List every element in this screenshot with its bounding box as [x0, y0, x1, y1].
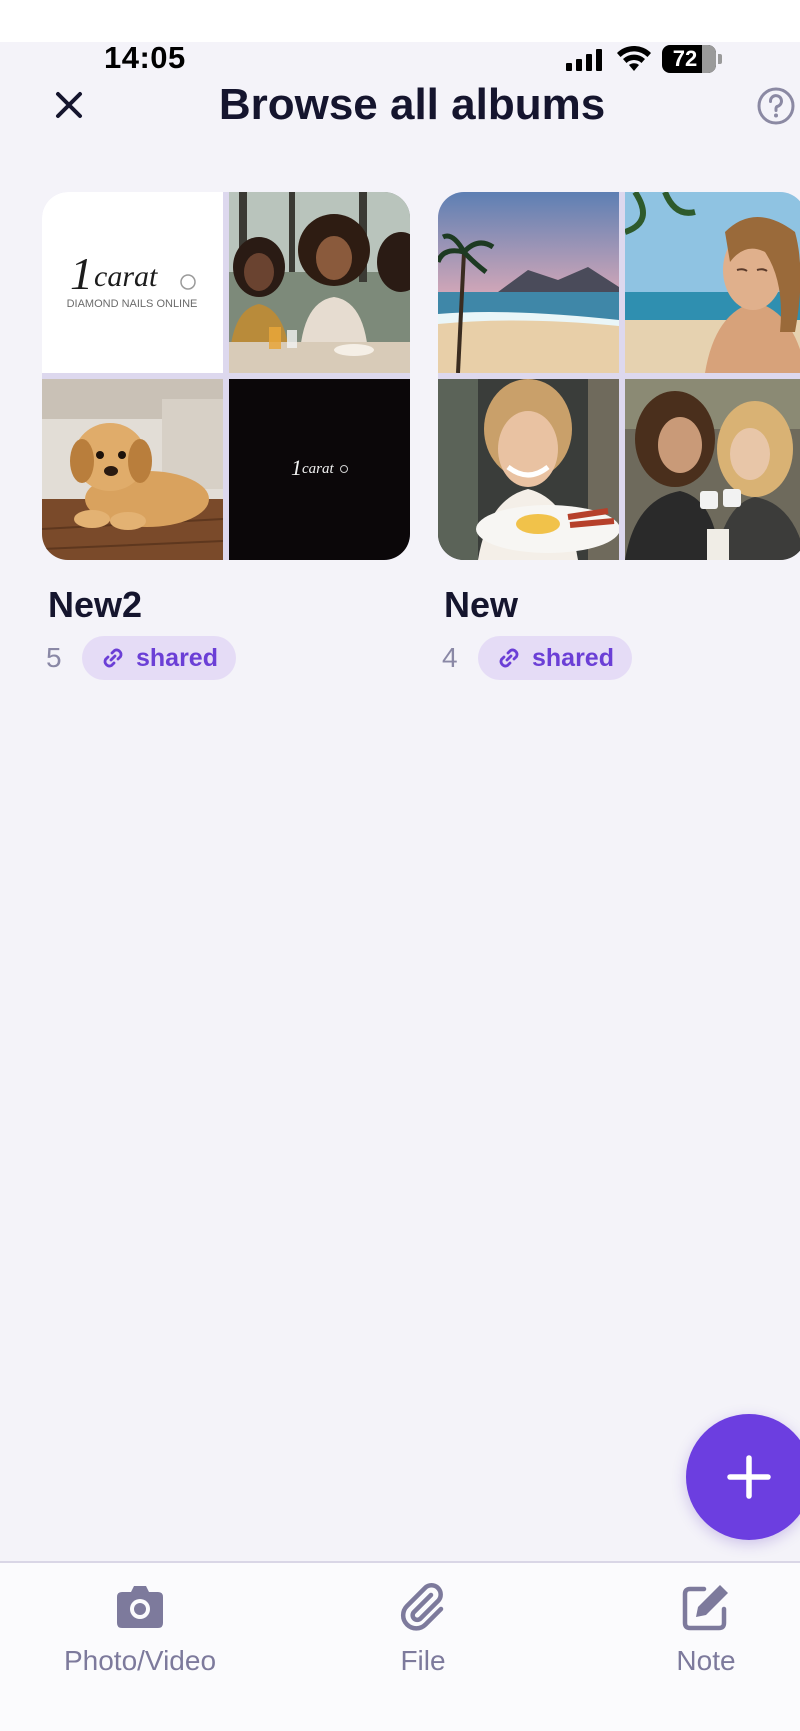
album-meta: 4 shared — [442, 636, 632, 680]
help-icon[interactable] — [756, 86, 796, 126]
shared-badge[interactable]: shared — [82, 636, 236, 680]
page-title: Browse all albums — [218, 80, 606, 129]
wifi-icon — [617, 45, 651, 71]
svg-text:DIAMOND NAILS ONLINE: DIAMOND NAILS ONLINE — [67, 298, 198, 310]
status-icons: 72 — [566, 44, 722, 74]
link-icon — [499, 648, 519, 668]
album-item-count: 5 — [46, 642, 62, 673]
status-time: 14:05 — [104, 40, 186, 75]
album-card-new[interactable]: New 4 shared — [438, 192, 800, 680]
logo-thumbnail: 1 carat DIAMOND NAILS ONLINE — [42, 192, 223, 373]
battery-icon: 72 — [662, 45, 722, 73]
album-thumbnail-grid[interactable] — [438, 192, 800, 560]
plus-icon — [727, 1455, 771, 1499]
top-strip — [0, 0, 800, 42]
photo-video-button[interactable]: Photo/Video — [40, 1581, 240, 1677]
shared-label: shared — [532, 643, 614, 672]
cellular-signal-icon — [566, 47, 602, 71]
paperclip-icon — [401, 1583, 444, 1631]
puppy-photo — [42, 379, 223, 560]
shared-label: shared — [136, 643, 218, 672]
add-album-button[interactable] — [686, 1414, 800, 1540]
svg-text:1: 1 — [70, 248, 93, 299]
close-button[interactable] — [48, 84, 90, 126]
file-label: File — [400, 1645, 446, 1676]
edit-note-icon — [682, 1585, 728, 1631]
beach-photo — [438, 192, 619, 373]
close-icon — [56, 92, 82, 118]
svg-text:carat: carat — [94, 260, 158, 293]
women-coffee-photo — [625, 379, 800, 560]
bottom-action-bar: Photo/Video File Note — [0, 1561, 800, 1731]
album-card-new2[interactable]: 1 carat DIAMOND NAILS ONLINE 1 carat New… — [42, 192, 410, 680]
photo-video-label: Photo/Video — [63, 1645, 217, 1676]
camera-icon — [117, 1586, 163, 1628]
battery-level: 72 — [672, 46, 698, 71]
svg-text:1: 1 — [291, 455, 302, 480]
album-thumbnail-grid[interactable]: 1 carat DIAMOND NAILS ONLINE 1 carat — [42, 192, 410, 560]
link-icon — [103, 648, 123, 668]
album-meta: 5 shared — [46, 636, 236, 680]
note-button[interactable]: Note — [606, 1581, 800, 1677]
woman-breakfast-photo — [438, 379, 619, 560]
note-label: Note — [676, 1645, 736, 1676]
shared-badge[interactable]: shared — [478, 636, 632, 680]
album-item-count: 4 — [442, 642, 458, 673]
svg-text:carat: carat — [302, 461, 334, 477]
file-button[interactable]: File — [323, 1581, 523, 1677]
album-name: New — [444, 584, 519, 625]
logo-dark-thumbnail: 1 carat — [229, 379, 410, 560]
friends-dining-photo — [229, 192, 410, 373]
album-name: New2 — [48, 584, 143, 625]
woman-sunbathing-photo — [625, 192, 800, 373]
